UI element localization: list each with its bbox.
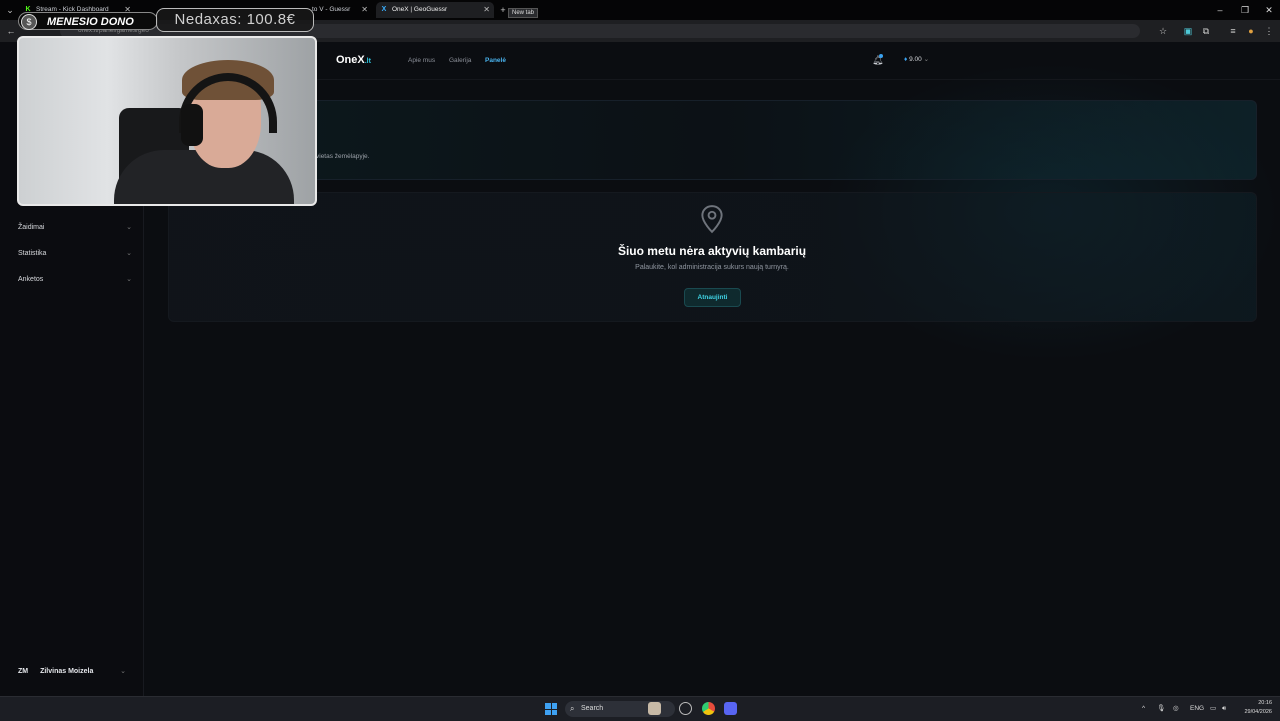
nav-link-galerija[interactable]: Galerija [449,57,471,64]
taskbar: ⌕ Search ^ 🎙︎ ◎ ENG ▭ 🔊︎ 20:16 29/04/202… [0,696,1280,721]
minimize-button[interactable]: – [1208,0,1232,20]
chevron-down-icon: ⌄ [923,56,930,63]
user-name: Zilvinas Moizela [40,668,94,675]
search-icon: ⌕ [570,704,575,713]
discord-icon[interactable] [724,702,737,715]
tab-label: OneX | GeoGuessr [392,6,448,13]
avatar: ZM [18,668,29,675]
extension-icon[interactable]: ▣ [1181,24,1195,38]
widgets-icon[interactable] [648,702,661,715]
windows-start-icon[interactable] [545,703,557,715]
volume-icon[interactable]: 🔊︎ [1222,701,1226,717]
new-tab-tooltip: New tab [508,8,539,18]
back-icon[interactable]: ← [4,24,18,38]
onex-favicon-icon: X [381,6,387,13]
system-clock[interactable]: 20:16 29/04/2026 [1236,699,1272,717]
taskbar-search-label: Search [581,705,604,712]
clock-time: 20:16 [1258,700,1272,706]
sidebar-item-label: Žaidimai [18,224,45,231]
tab-search-icon[interactable]: ⌄ [3,3,17,17]
info-banner [168,100,1257,180]
nav-link-panele[interactable]: Panelė [485,57,506,64]
display-icon[interactable]: ▭ [1210,701,1216,717]
balance-value: 9.00 [909,56,922,63]
site-logo[interactable]: OneX.lt [336,54,371,66]
tab-label: to V - Guessr [312,6,351,13]
chevron-down-icon: ⌄ [126,250,132,257]
balance-dropdown[interactable]: ♦ 9.00 ⌄ [898,53,942,67]
sidebar-item-label: Anketos [18,276,44,283]
microphone-icon[interactable]: 🎙︎ [1157,701,1165,717]
headphone-earcup [181,104,203,146]
browser-menu-icon[interactable]: ⋮ [1262,24,1276,38]
reading-list-icon[interactable]: ≡ [1226,24,1240,38]
dollar-coin-icon: $ [21,14,37,30]
sidebar-item-zaidimai[interactable]: Žaidimai ⌄ [18,221,132,235]
network-icon[interactable]: ◎ [1173,701,1179,717]
bookmark-star-icon[interactable]: ☆ [1156,24,1170,38]
map-pin-icon [701,205,723,234]
top-donor-label: MENESIO DONO [18,12,158,30]
logo-text: OneX [336,54,365,66]
user-menu[interactable]: ZM Zilvinas Moizela ⌄ [18,664,128,680]
sidebar-item-statistika[interactable]: Statistika ⌄ [18,247,132,261]
profile-avatar-icon[interactable]: ● [1244,24,1258,38]
language-indicator[interactable]: ENG [1190,701,1204,717]
webcam-overlay [17,36,317,206]
notifications-bell-icon[interactable]: 🔔︎ [872,54,883,65]
clock-date: 29/04/2026 [1244,709,1272,715]
restore-button[interactable]: ❐ [1233,0,1257,20]
chevron-down-icon: ⌄ [120,668,126,675]
close-window-button[interactable]: ✕ [1257,0,1280,20]
sidebar-item-label: Statistika [18,250,47,257]
close-tab-icon[interactable]: ✕ [361,2,368,18]
app-icon[interactable] [679,702,692,715]
coin-icon: ♦ [904,56,908,63]
extensions-puzzle-icon[interactable]: ⧉ [1199,24,1213,38]
tab-onex-geoguessr[interactable]: X OneX | GeoGuessr ✕ [376,2,494,18]
top-donor-amount: Nedaxas: 100.8€ [156,8,314,32]
sidebar-item-anketos[interactable]: Anketos ⌄ [18,273,132,287]
logo-tld: .lt [364,58,371,65]
chevron-down-icon: ⌄ [126,224,132,231]
empty-state-title: Šiuo metu nėra aktyvių kambarių [617,244,807,258]
empty-state-subtitle: Palaukite, kol administracija sukurs nau… [635,264,789,271]
tray-overflow-icon[interactable]: ^ [1142,701,1145,717]
banner-text: vietas žemėlapyje. [316,153,370,160]
nav-link-apie-mus[interactable]: Apie mus [408,57,435,64]
notification-dot [879,54,883,58]
refresh-button[interactable]: Atnaujinti [684,288,741,307]
chevron-down-icon: ⌄ [126,276,132,283]
close-tab-icon[interactable]: ✕ [483,2,490,18]
chrome-icon[interactable] [702,702,715,715]
